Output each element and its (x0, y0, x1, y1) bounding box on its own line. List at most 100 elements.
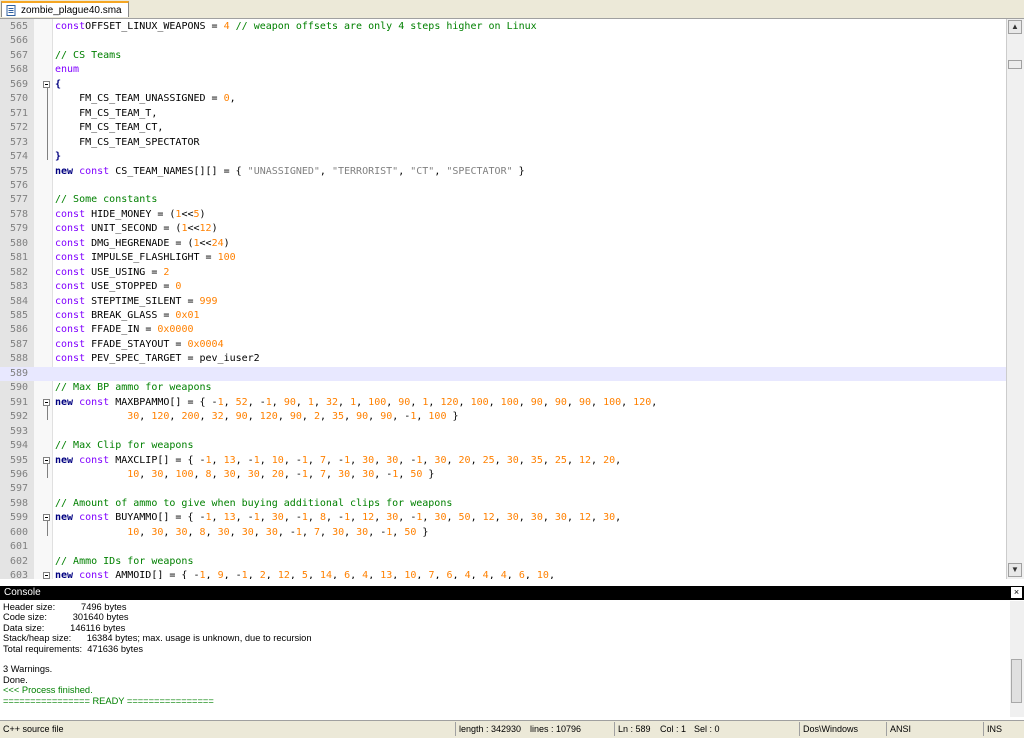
tab-bar: zombie_plague40.sma (0, 0, 1024, 19)
code-line[interactable]: 595 new const MAXCLIP[] = { -1, 13, -1, 1… (0, 454, 1006, 478)
console-line: ================ READY ================ (3, 695, 214, 706)
code-text: // Max BP ammo for weapons (55, 382, 212, 394)
scrollbar-thumb[interactable] (1008, 60, 1022, 69)
code-line[interactable]: 576 (0, 179, 1006, 193)
code-line[interactable]: 570 FM_CS_TEAM_UNASSIGNED = 0, (0, 92, 1006, 106)
line-number: 590 (9, 382, 28, 394)
code-text: new const CS_TEAM_NAMES[][] = { "UNASSIG… (55, 165, 525, 177)
status-eol: Dos\Windows (803, 724, 859, 734)
line-number: 603 (9, 570, 28, 579)
code-line[interactable]: 566 (0, 34, 1006, 48)
code-line[interactable]: 577 // Some constants (0, 193, 1006, 207)
code-text: // Some constants (55, 194, 158, 206)
code-text: const FFADE_STAYOUT = 0x0004 (55, 338, 224, 350)
code-line[interactable]: 587 const FFADE_STAYOUT = 0x0004 (0, 338, 1006, 352)
code-text: // Max Clip for weapons (55, 440, 194, 452)
code-line[interactable]: 575 new const CS_TEAM_NAMES[][] = { "UNAS… (0, 165, 1006, 179)
line-number: 575 (9, 165, 28, 177)
line-number: 592 (9, 411, 28, 423)
fold-toggle-icon[interactable] (43, 80, 50, 88)
code-line[interactable]: 568 enum (0, 63, 1006, 77)
code-line[interactable]: 600 10, 30, 30, 8, 30, 30, 30, -1, 7, 30… (0, 526, 1006, 540)
code-line[interactable]: 565 constOFFSET_LINUX_WEAPONS = 4 // weap… (0, 20, 1006, 34)
code-line[interactable]: 567 // CS Teams (0, 49, 1006, 63)
code-line[interactable]: 582 const USE_USING = 2 (0, 266, 1006, 280)
code-line[interactable]: 578 const HIDE_MONEY = (1<<5) (0, 208, 1006, 222)
code-line[interactable]: 597 (0, 482, 1006, 496)
scroll-up-icon[interactable]: ▲ (1008, 20, 1022, 34)
code-text: constOFFSET_LINUX_WEAPONS = 4 // weapon … (55, 21, 537, 32)
line-number: 596 (9, 468, 28, 480)
code-text: FM_CS_TEAM_UNASSIGNED = 0, (55, 93, 236, 105)
console-output[interactable]: Header size: 7496 bytes Code size: 301640… (0, 601, 1008, 717)
code-line[interactable]: 601 (0, 540, 1006, 554)
editor-vertical-scrollbar[interactable]: ▲ ▼ (1006, 19, 1024, 579)
code-line[interactable]: 571 FM_CS_TEAM_T, (0, 107, 1006, 121)
line-number: 574 (9, 151, 28, 163)
code-text: const FFADE_IN = 0x0000 (55, 324, 194, 336)
line-number: 580 (9, 237, 28, 249)
code-line[interactable]: 580 const DMG_HEGRENADE = (1<<24) (0, 237, 1006, 251)
code-text: const DMG_HEGRENADE = (1<<24) (55, 237, 230, 249)
code-text: new const MAXBPAMMO[] = { -1, 52, -1, 90… (55, 396, 658, 408)
code-line[interactable]: 569 { (0, 78, 1006, 161)
code-line[interactable]: 593 (0, 425, 1006, 439)
code-line[interactable]: 602 // Ammo IDs for weapons (0, 555, 1006, 569)
code-line[interactable]: 586 const FFADE_IN = 0x0000 (0, 323, 1006, 337)
code-line[interactable]: 590 // Max BP ammo for weapons (0, 381, 1006, 395)
line-number: 576 (9, 179, 28, 191)
line-number: 584 (9, 295, 28, 307)
line-number: 583 (9, 281, 28, 293)
code-text: FM_CS_TEAM_CT, (55, 122, 164, 134)
line-number: 573 (9, 136, 28, 148)
console-line: 3 Warnings. (3, 664, 53, 675)
code-line[interactable]: 589 (0, 366, 1006, 382)
fold-toggle-icon[interactable] (43, 398, 50, 406)
code-line[interactable]: 592 30, 120, 200, 32, 90, 120, 90, 2, 35… (0, 410, 1006, 424)
status-encoding: ANSI (890, 724, 912, 734)
status-bar: C++ source file length : 342930 lines : … (0, 720, 1024, 738)
code-line[interactable]: 599 new const BUYAMMO[] = { -1, 13, -1, 3… (0, 511, 1006, 536)
console-line: Total requirements: 471636 bytes (3, 643, 144, 654)
code-line[interactable]: 579 const UNIT_SECOND = (1<<12) (0, 222, 1006, 236)
line-number: 565 (9, 21, 28, 32)
line-number: 594 (9, 440, 28, 452)
line-number: 588 (9, 353, 28, 365)
code-line[interactable]: 588 const PEV_SPEC_TARGET = pev_iuser2 (0, 352, 1006, 366)
code-line[interactable]: 596 10, 30, 100, 8, 30, 30, 20, -1, 7, 3… (0, 468, 1006, 482)
line-number: 577 (9, 194, 28, 206)
console-scrollbar[interactable] (1010, 601, 1024, 717)
code-line[interactable]: 574} (0, 150, 1006, 164)
code-line[interactable]: 585 const BREAK_GLASS = 0x01 (0, 309, 1006, 323)
code-text: const HIDE_MONEY = (1<<5) (55, 208, 206, 220)
code-line[interactable]: 573 FM_CS_TEAM_SPECTATOR (0, 136, 1006, 150)
fold-toggle-icon[interactable] (43, 572, 50, 579)
code-line[interactable]: 581 const IMPULSE_FLASHLIGHT = 100 (0, 251, 1006, 265)
tab-file[interactable]: zombie_plague40.sma (1, 1, 129, 17)
line-number: 602 (9, 555, 28, 567)
line-number: 569 (9, 78, 28, 90)
console-scrollbar-thumb[interactable] (1011, 659, 1022, 703)
line-number: 566 (9, 35, 28, 47)
console-line: Data size: 146116 bytes (3, 622, 126, 633)
fold-toggle-icon[interactable] (43, 456, 50, 464)
line-number: 572 (9, 122, 28, 134)
code-editor[interactable]: 565 constOFFSET_LINUX_WEAPONS = 4 // weap… (0, 19, 1006, 579)
code-line[interactable]: 603 new const AMMOID[] = { -1, 9, -1, 2, … (0, 569, 1006, 579)
close-icon[interactable]: × (1011, 587, 1022, 598)
line-number: 578 (9, 208, 28, 220)
code-line[interactable]: 598 // Amount of ammo to give when buying… (0, 497, 1006, 511)
line-number: 581 (9, 252, 28, 264)
line-number: 591 (9, 396, 28, 408)
fold-toggle-icon[interactable] (43, 514, 50, 522)
code-line[interactable]: 572 FM_CS_TEAM_CT, (0, 121, 1006, 135)
code-line[interactable]: 583 const USE_STOPPED = 0 (0, 280, 1006, 294)
scroll-down-icon[interactable]: ▼ (1008, 563, 1022, 577)
code-text: FM_CS_TEAM_T, (55, 107, 158, 119)
code-line[interactable]: 594 // Max Clip for weapons (0, 439, 1006, 453)
console-line: Header size: 7496 bytes (3, 602, 127, 612)
code-text: const UNIT_SECOND = (1<<12) (55, 223, 218, 235)
code-line[interactable]: 591 new const MAXBPAMMO[] = { -1, 52, -1,… (0, 396, 1006, 421)
code-line[interactable]: 584 const STEPTIME_SILENT = 999 (0, 295, 1006, 309)
code-text: { (55, 78, 62, 90)
